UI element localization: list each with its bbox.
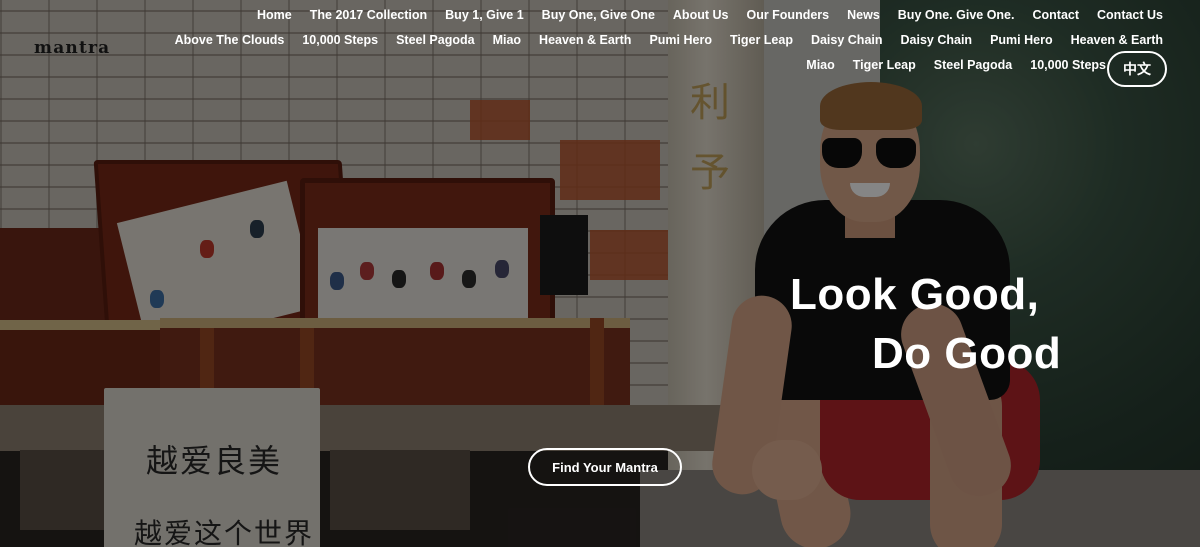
nav-link[interactable]: Heaven & Earth	[530, 31, 640, 50]
nav-link[interactable]: Buy One, Give One	[533, 6, 664, 25]
nav-link[interactable]: Pumi Hero	[981, 31, 1062, 50]
nav-link[interactable]: 10,000 Steps	[1021, 56, 1106, 75]
nav-link[interactable]: Buy 1, Give 1	[436, 6, 533, 25]
nav-link[interactable]: 10,000 Steps	[293, 31, 387, 50]
hero-headline-line2: Do Good	[872, 329, 1062, 378]
nav-link[interactable]: Steel Pagoda	[925, 56, 1022, 75]
nav-link[interactable]: Miao	[797, 56, 843, 75]
nav-link[interactable]: Pumi Hero	[640, 31, 721, 50]
find-your-mantra-button[interactable]: Find Your Mantra	[528, 448, 682, 486]
nav-link[interactable]: Miao	[484, 31, 530, 50]
nav-link[interactable]: Daisy Chain	[802, 31, 892, 50]
nav-link[interactable]: Contact	[1023, 6, 1088, 25]
hero-headline-line1: Look Good,	[790, 270, 1040, 319]
main-navigation: Home The 2017 Collection Buy 1, Give 1 Buy …	[132, 6, 1172, 75]
hero-section: 利 予 越爱良美 越爱这个世界 mantra Home The 2017 Col…	[0, 0, 1200, 547]
nav-link[interactable]: Daisy Chain	[892, 31, 982, 50]
nav-link[interactable]: Tiger Leap	[844, 56, 925, 75]
language-toggle-button[interactable]: 中文	[1107, 51, 1167, 87]
nav-link[interactable]: Above The Clouds	[166, 31, 294, 50]
nav-link[interactable]: Heaven & Earth	[1062, 31, 1172, 50]
nav-link[interactable]: Home	[248, 6, 301, 25]
nav-link[interactable]: Contact Us	[1088, 6, 1172, 25]
site-logo[interactable]: mantra	[34, 38, 110, 58]
nav-link[interactable]: Buy One. Give One.	[889, 6, 1024, 25]
nav-link[interactable]: About Us	[664, 6, 738, 25]
nav-link[interactable]: Tiger Leap	[721, 31, 802, 50]
nav-link[interactable]: The 2017 Collection	[301, 6, 436, 25]
nav-link[interactable]: Our Founders	[737, 6, 838, 25]
nav-link[interactable]: Steel Pagoda	[387, 31, 484, 50]
nav-link[interactable]: News	[838, 6, 889, 25]
